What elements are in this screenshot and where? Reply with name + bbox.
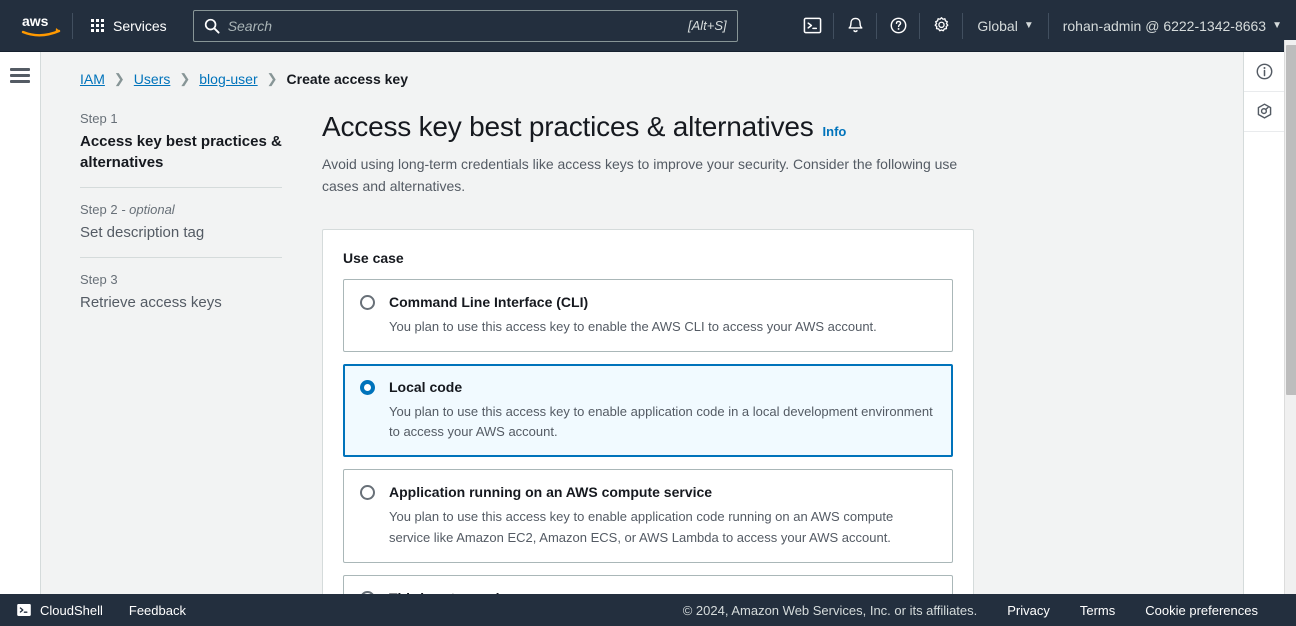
breadcrumb-separator-icon: ❯ (266, 71, 278, 86)
option-title: Application running on an AWS compute se… (389, 484, 713, 501)
breadcrumb: IAM ❯ Users ❯ blog-user ❯ Create access … (41, 52, 1243, 87)
search-icon (204, 18, 220, 34)
wizard-step-1[interactable]: Step 1 Access key best practices & alter… (80, 111, 282, 187)
cookie-preferences-link[interactable]: Cookie preferences (1145, 603, 1258, 618)
breadcrumb-item-iam[interactable]: IAM (80, 71, 105, 87)
page-description: Avoid using long-term credentials like a… (322, 156, 958, 194)
hamburger-menu-icon[interactable] (10, 68, 30, 594)
info-link[interactable]: Info (823, 124, 847, 139)
shield-settings-icon[interactable] (1244, 92, 1284, 132)
wizard-step-3-title: Retrieve access keys (80, 294, 222, 311)
option-title: Local code (389, 379, 463, 396)
account-menu[interactable]: rohan-admin @ 6222-1342-8663 ▼ (1049, 0, 1296, 51)
breadcrumb-item-users[interactable]: Users (134, 71, 171, 87)
search-shortcut-hint: [Alt+S] (688, 18, 727, 33)
option-body: Application running on an AWS compute se… (389, 483, 936, 547)
scrollbar-thumb[interactable] (1286, 45, 1296, 395)
step-number-text: Step 1 (80, 111, 118, 126)
breadcrumb-item-current: Create access key (286, 71, 408, 87)
breadcrumb-item-blog-user[interactable]: blog-user (199, 71, 257, 87)
footer-bar: CloudShell Feedback © 2024, Amazon Web S… (0, 594, 1296, 626)
cloudshell-icon (17, 604, 31, 616)
option-description: You plan to use this access key to enabl… (389, 509, 894, 545)
radio-button-icon[interactable] (360, 294, 375, 310)
step-number-text: Step 3 (80, 272, 118, 287)
region-selector[interactable]: Global ▼ (963, 0, 1047, 51)
wizard-steps: Step 1 Access key best practices & alter… (80, 111, 322, 594)
radio-button-icon-selected[interactable] (360, 380, 375, 396)
use-case-panel: Use case Command Line Interface (CLI) Yo… (322, 228, 974, 594)
use-case-label: Use case (343, 249, 404, 266)
aws-logo[interactable]: aws (12, 13, 70, 39)
radio-option-third-party-service[interactable]: Third-party service You plan to use this… (343, 574, 953, 594)
radio-option-cli[interactable]: Command Line Interface (CLI) You plan to… (343, 278, 953, 353)
cloudshell-icon[interactable] (791, 0, 833, 51)
wizard-step-1-number: Step 1 (80, 111, 282, 126)
wizard-step-1-title: Access key best practices & alternatives (80, 133, 282, 171)
search-input[interactable] (227, 17, 689, 34)
aws-console-page: aws Services [Alt+S] (0, 0, 1296, 626)
right-tools-rail (1243, 52, 1284, 594)
radio-button-icon[interactable] (360, 485, 375, 501)
wizard-step-2[interactable]: Step 2 - optional Set description tag (80, 187, 282, 257)
footer-right-group: © 2024, Amazon Web Services, Inc. or its… (683, 603, 1280, 618)
feedback-link[interactable]: Feedback (129, 603, 186, 618)
wizard-main-column: Access key best practices & alternatives… (322, 111, 974, 594)
privacy-link[interactable]: Privacy (1007, 603, 1050, 618)
nav-divider (72, 12, 73, 39)
top-nav-right-group: Global ▼ rohan-admin @ 6222-1342-8663 ▼ (791, 0, 1296, 51)
radio-option-local-code[interactable]: Local code You plan to use this access k… (343, 364, 953, 458)
main-content-area: IAM ❯ Users ❯ blog-user ❯ Create access … (41, 52, 1243, 594)
option-title: Command Line Interface (CLI) (389, 293, 589, 310)
cloudshell-label: CloudShell (40, 602, 103, 618)
option-description: You plan to use this access key to enabl… (389, 404, 933, 440)
option-description: You plan to use this access key to enabl… (389, 318, 877, 334)
breadcrumb-separator-icon: ❯ (179, 71, 191, 86)
top-navigation-bar: aws Services [Alt+S] (0, 0, 1296, 52)
left-navigation-rail (0, 52, 41, 594)
footer-left-group: CloudShell Feedback (16, 602, 186, 618)
page-title: Access key best practices & alternatives (322, 111, 814, 142)
vertical-scrollbar[interactable] (1284, 40, 1296, 626)
wizard-step-2-number: Step 2 - optional (80, 202, 282, 217)
breadcrumb-separator-icon: ❯ (113, 71, 125, 86)
services-label: Services (113, 17, 167, 34)
services-menu-button[interactable]: Services (81, 12, 177, 40)
chevron-down-icon: ▼ (1272, 20, 1282, 31)
wizard-step-3[interactable]: Step 3 Retrieve access keys (80, 257, 282, 327)
page-title-row: Access key best practices & alternatives… (322, 111, 974, 143)
bell-icon[interactable] (834, 0, 876, 51)
terms-link[interactable]: Terms (1080, 603, 1115, 618)
info-circle-icon[interactable] (1244, 52, 1284, 92)
global-search-box[interactable]: [Alt+S] (192, 9, 738, 42)
radio-option-aws-compute-service[interactable]: Application running on an AWS compute se… (343, 469, 953, 563)
step-optional-text: - optional (117, 202, 175, 217)
chevron-down-icon: ▼ (1023, 20, 1034, 31)
svg-text:aws: aws (22, 13, 49, 29)
wizard-step-3-number: Step 3 (80, 272, 282, 287)
grid-icon (91, 19, 104, 32)
step-number-text: Step 2 (80, 202, 118, 217)
account-label: rohan-admin @ 6222-1342-8663 (1062, 17, 1267, 34)
question-circle-icon[interactable] (877, 0, 919, 51)
wizard-step-2-title: Set description tag (80, 224, 205, 241)
option-body: Local code You plan to use this access k… (389, 378, 936, 442)
content-columns: Step 1 Access key best practices & alter… (41, 111, 1243, 594)
cloudshell-button[interactable]: CloudShell (16, 602, 103, 618)
option-body: Command Line Interface (CLI) You plan to… (389, 293, 936, 337)
gear-icon[interactable] (920, 0, 962, 51)
region-label: Global (977, 17, 1018, 34)
copyright-text: © 2024, Amazon Web Services, Inc. or its… (682, 602, 978, 618)
